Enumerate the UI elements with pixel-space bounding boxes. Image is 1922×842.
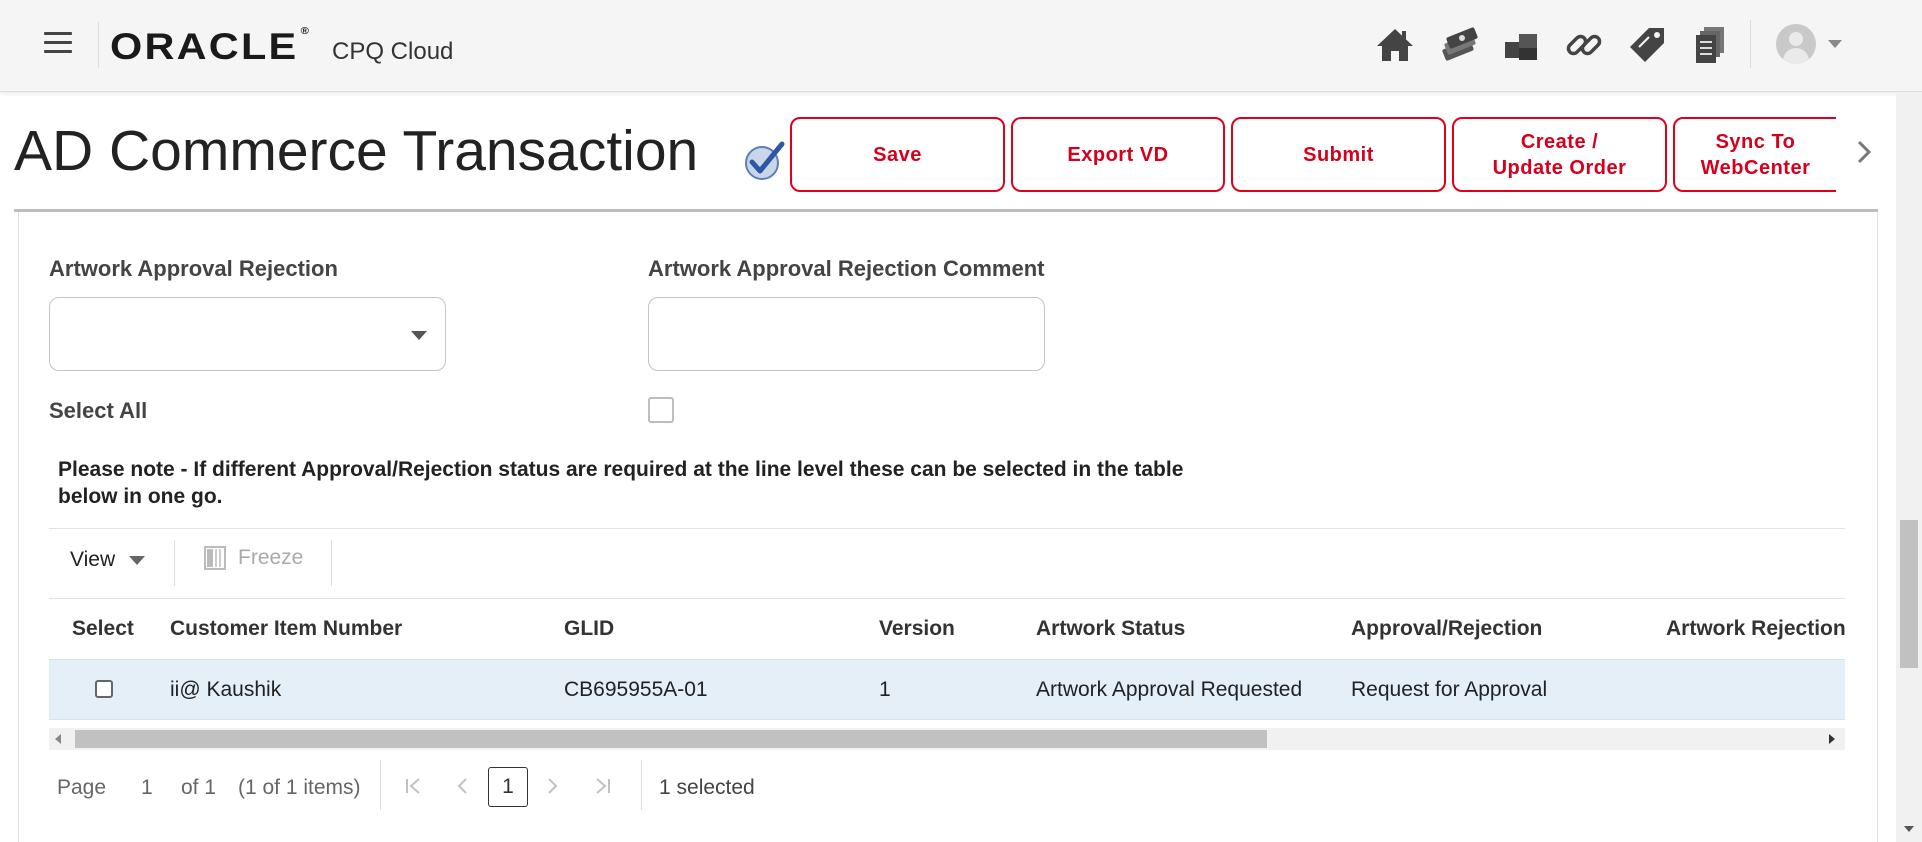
page-title: AD Commerce Transaction xyxy=(14,119,699,183)
view-menu-button[interactable]: View xyxy=(70,548,146,572)
table-row[interactable] xyxy=(49,659,1845,720)
scroll-right-icon[interactable] xyxy=(1829,734,1835,744)
toolbar-bottom-rule xyxy=(49,598,1845,599)
top-bar: ORACLE ® CPQ Cloud xyxy=(0,0,1922,92)
header-divider xyxy=(98,22,99,68)
rejection-comment-field[interactable] xyxy=(648,297,1045,371)
toolbar-divider xyxy=(174,540,175,586)
tag-icon[interactable] xyxy=(1624,22,1669,67)
menu-icon[interactable] xyxy=(44,32,72,54)
column-header-approval-rejection[interactable]: Approval/Rejection xyxy=(1351,617,1542,641)
column-header-select[interactable]: Select xyxy=(72,617,134,641)
home-icon[interactable] xyxy=(1372,22,1417,67)
oracle-logo[interactable]: ORACLE ® xyxy=(110,26,311,68)
page-number-input[interactable]: 1 xyxy=(488,767,528,807)
title-divider xyxy=(14,209,1878,212)
header-nav-icons xyxy=(1372,22,1732,67)
chevron-down-icon xyxy=(129,555,146,565)
rejection-comment-label: Artwork Approval Rejection Comment xyxy=(648,256,1045,281)
cell-version: 1 xyxy=(879,678,891,701)
documents-icon[interactable] xyxy=(1498,22,1543,67)
chevron-down-icon[interactable] xyxy=(1828,40,1842,48)
content-frame-right xyxy=(1877,212,1878,842)
page-label: Page xyxy=(57,776,107,799)
header-divider-right xyxy=(1750,20,1751,68)
submit-button[interactable]: Submit xyxy=(1231,117,1446,192)
chevron-right-icon[interactable] xyxy=(1852,136,1876,168)
column-header-artwork-rejection[interactable]: Artwork Rejection xyxy=(1666,617,1845,641)
chevron-down-icon xyxy=(411,331,427,340)
user-avatar-icon[interactable] xyxy=(1776,24,1816,64)
row-select-checkbox[interactable] xyxy=(95,680,113,698)
save-button[interactable]: Save xyxy=(790,117,1005,192)
rejection-label: Artwork Approval Rejection xyxy=(49,256,338,281)
export-vd-button[interactable]: Export VD xyxy=(1011,117,1225,192)
quotes-icon[interactable] xyxy=(1435,22,1480,67)
first-page-icon[interactable] xyxy=(404,776,422,802)
toolbar-divider xyxy=(331,540,332,586)
content-frame-left xyxy=(18,212,19,842)
freeze-label: Freeze xyxy=(238,546,304,569)
create-update-order-button[interactable]: Create / Update Order xyxy=(1452,117,1667,192)
pagination-divider xyxy=(380,760,381,810)
selected-count: 1 selected xyxy=(659,776,755,799)
table-horizontal-scrollbar[interactable] xyxy=(49,728,1845,750)
cell-glid: CB695955A-01 xyxy=(564,678,708,701)
freeze-button[interactable]: Freeze xyxy=(204,546,303,570)
action-buttons-bar: Save Export VD Submit Create / Update Or… xyxy=(790,117,1836,193)
freeze-icon xyxy=(204,546,226,570)
line-items-table: Select Customer Item Number GLID Version… xyxy=(49,600,1845,730)
cell-customer-item-number: ii@ Kaushik xyxy=(170,678,282,701)
column-header-version[interactable]: Version xyxy=(879,617,955,641)
scroll-down-icon[interactable] xyxy=(1904,826,1914,832)
column-header-customer-item-number[interactable]: Customer Item Number xyxy=(170,617,402,641)
pages-icon[interactable] xyxy=(1687,22,1732,67)
pagination-divider xyxy=(641,760,642,810)
product-name: CPQ Cloud xyxy=(332,38,454,65)
cell-approval-rejection[interactable]: Request for Approval xyxy=(1351,678,1547,702)
items-summary: (1 of 1 items) xyxy=(238,776,361,799)
previous-page-icon[interactable] xyxy=(455,776,469,802)
page-current: 1 xyxy=(141,776,153,799)
select-all-checkbox[interactable] xyxy=(648,397,674,423)
cell-artwork-status: Artwork Approval Requested xyxy=(1036,678,1303,701)
link-icon[interactable] xyxy=(1561,22,1606,67)
next-page-icon[interactable] xyxy=(546,776,560,802)
sync-to-webcenter-button[interactable]: Sync To WebCenter xyxy=(1673,117,1836,192)
column-header-artwork-status[interactable]: Artwork Status xyxy=(1036,617,1185,641)
select-all-label: Select All xyxy=(49,398,148,423)
view-label: View xyxy=(70,548,116,571)
scroll-left-icon[interactable] xyxy=(55,734,61,744)
rejection-select[interactable] xyxy=(49,297,446,371)
scrollbar-thumb[interactable] xyxy=(75,730,1267,748)
toolbar-top-rule xyxy=(49,528,1845,529)
page-of: of 1 xyxy=(181,776,217,799)
approval-note: Please note - If different Approval/Reje… xyxy=(58,458,1184,508)
column-header-glid[interactable]: GLID xyxy=(564,617,614,641)
last-page-icon[interactable] xyxy=(594,776,612,802)
scrollbar-thumb[interactable] xyxy=(1900,520,1918,668)
verified-check-icon xyxy=(742,138,786,182)
page-vertical-scrollbar[interactable] xyxy=(1896,92,1922,842)
